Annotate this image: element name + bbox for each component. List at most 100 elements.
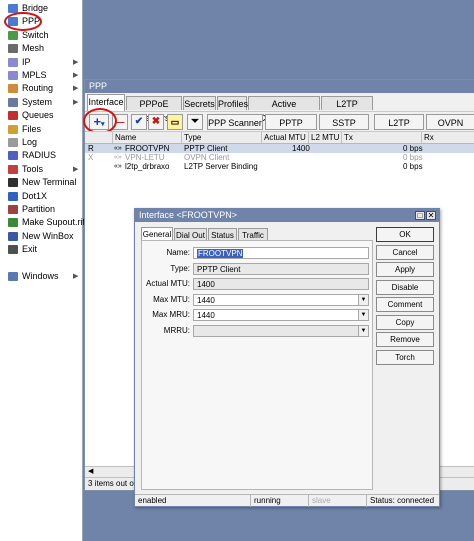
menu-item-tools[interactable]: Tools ▶ [0,163,82,176]
menu-item-windows[interactable]: Windows ▶ [0,270,82,283]
ok-button[interactable]: OK [376,227,434,242]
scroll-left-icon[interactable]: ◀ [88,467,93,477]
name-field[interactable]: FROOTVPN [193,247,369,259]
chevron-right-icon: ▶ [73,98,79,106]
remove-button[interactable]: — [112,114,128,130]
column-header-tx[interactable]: Tx [342,132,422,143]
menu-item-mpls[interactable]: MPLS ▶ [0,69,82,82]
column-header-actual-mtu[interactable]: Actual MTU [262,132,309,143]
chevron-down-icon: ▾ [101,121,105,128]
chevron-right-icon: ▶ [73,85,79,93]
torch-button[interactable]: Torch [376,349,434,365]
mrru-field: ▼ [193,324,369,337]
pptp-server-button[interactable]: PPTP Server [265,114,317,144]
column-header-flag[interactable] [85,132,113,143]
menu-item-label: Partition [22,204,56,214]
menu-item-routing[interactable]: Routing ▶ [0,82,82,95]
column-header-type[interactable]: Type [182,132,262,143]
ppp-icon [8,17,18,27]
log-icon [8,138,18,147]
dropdown-arrow-icon[interactable]: ▼ [358,294,368,305]
queues-icon [8,111,18,121]
column-header-name[interactable]: Name [113,132,182,143]
table-row[interactable]: «» R FROOTVPN PPTP Client 1400 0 bps [85,144,474,153]
close-icon: ✕ [427,211,435,220]
tab-profiles[interactable]: Profiles [217,96,248,110]
general-panel: Name: FROOTVPN Type: PPTP Client Actual MTU:… [141,240,373,490]
menu-item-label: IP [22,56,31,67]
table-row[interactable]: «» X VPN-LETU OVPN Client 0 bps [85,153,474,162]
row-flag: X [88,153,94,162]
add-button[interactable]: +▾ [89,114,109,130]
disable-button[interactable]: ✖ [148,114,164,130]
menu-item-new-terminal[interactable]: New Terminal [0,176,82,189]
comment-button[interactable]: ▭ [167,114,183,130]
max-mru-value: 1440 [197,311,215,320]
table-row[interactable]: «» l2tp_drbraxo L2TP Server Binding 0 bps [85,162,474,171]
comment-button[interactable]: Comment [376,297,434,312]
copy-button[interactable]: Copy [376,314,434,330]
type-value: PPTP Client [197,264,241,274]
tab-secrets[interactable]: Secrets [183,96,216,110]
disable-button[interactable]: Disable [376,279,434,295]
column-header-rx[interactable]: Rx [422,132,474,143]
tab-interface[interactable]: Interface [87,94,125,111]
menu-item-label: MPLS [22,70,47,80]
column-header-l2-mtu[interactable]: L2 MTU [309,132,342,143]
dropdown-arrow-icon[interactable]: ▼ [358,310,368,320]
maximize-button[interactable]: □ [415,211,425,220]
menu-item-files[interactable]: Files [0,123,82,136]
apply-button[interactable]: Apply [376,262,434,277]
bridge-icon [8,4,18,13]
menu-item-label: PPP [22,16,41,27]
menu-item-ppp[interactable]: PPP [0,15,82,28]
row-tx: 0 bps [403,162,423,171]
menu-item-new-winbox[interactable]: New WinBox [0,230,82,243]
tab-pppoe-servers[interactable]: PPPoE Servers [126,96,182,123]
menu-item-log[interactable]: Log [0,136,82,149]
sstp-server-button[interactable]: SSTP Server [319,114,369,144]
l2tp-server-button[interactable]: L2TP Server [374,114,424,144]
menu-item-exit[interactable]: Exit [0,243,82,256]
menu-item-dot1x[interactable]: Dot1X [0,190,82,203]
remove-button[interactable]: Remove [376,332,434,347]
filter-button[interactable]: ⏷ [187,114,203,130]
menu-item-ip[interactable]: IP ▶ [0,56,82,69]
menu-item-label: Exit [22,244,38,255]
windows-icon [8,272,18,281]
chevron-right-icon: ▶ [73,273,79,280]
actual-mtu-value: 1400 [197,280,215,289]
max-mtu-field[interactable]: 1440 ▼ [193,293,369,306]
x-icon: ✖ [151,116,161,127]
max-mru-field[interactable]: 1440 ▼ [193,309,369,321]
menu-item-label: Tools [22,163,44,174]
supout-icon [8,218,18,228]
menu-item-queues[interactable]: Queues [0,109,82,122]
enable-button[interactable]: ✔ [131,114,147,130]
interface-icon: «» [114,154,122,161]
tab-l2tp-secrets[interactable]: L2TP Secrets [321,96,373,123]
chevron-right-icon: ▶ [73,72,79,79]
menu-item-system[interactable]: System ▶ [0,96,82,109]
menu-item-bridge[interactable]: Bridge [0,2,82,15]
mpls-icon [8,71,18,80]
close-button[interactable]: ✕ [426,211,436,220]
ppp-scanner-button[interactable]: PPP Scanner [207,114,263,130]
row-name: VPN-LETU [125,153,165,162]
table-header: Name Type Actual MTU L2 MTU Tx Rx [85,132,474,144]
chevron-right-icon: ▶ [73,165,79,173]
ovpn-server-button[interactable]: OVPN Server [426,114,474,144]
tab-general[interactable]: General [141,227,173,241]
menu-item-switch[interactable]: Switch [0,29,82,42]
cancel-button[interactable]: Cancel [376,244,434,260]
menu-item-radius[interactable]: RADIUS [0,149,82,162]
field-label-type: Type: [170,263,190,273]
menu-item-mesh[interactable]: Mesh [0,42,82,55]
menu-item-partition[interactable]: Partition [0,203,82,216]
menu-item-make-supout-rif[interactable]: Make Supout.rif [0,216,85,229]
dropdown-arrow-icon[interactable]: ▼ [358,325,368,336]
maximize-icon: □ [417,211,423,220]
exit-icon [8,245,18,255]
ppp-tabs: InterfacePPPoE ServersSecretsProfilesAct… [85,94,474,123]
tab-active-connections[interactable]: Active Connections [248,96,320,123]
